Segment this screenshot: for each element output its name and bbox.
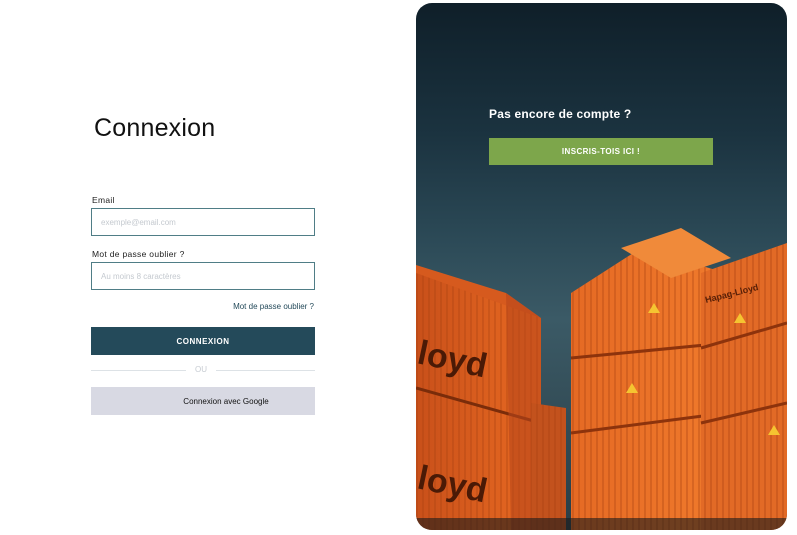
hero-panel: loyd loyd Hapag-Lloyd Pas encore de comp…	[416, 3, 787, 530]
container-stack-image: loyd loyd Hapag-Lloyd	[416, 228, 787, 530]
password-field[interactable]	[91, 262, 315, 290]
signup-prompt: Pas encore de compte ?	[489, 107, 632, 121]
register-button[interactable]: INSCRIS-TOIS ICI !	[489, 138, 713, 165]
divider-left	[91, 370, 186, 371]
divider-right	[216, 370, 315, 371]
email-field[interactable]	[91, 208, 315, 236]
left-container-stack: loyd loyd	[416, 265, 542, 530]
divider-text: OU	[195, 365, 207, 374]
login-button[interactable]: CONNEXION	[91, 327, 315, 355]
forgot-password-link[interactable]: Mot de passe oublier ?	[233, 302, 314, 311]
page-title: Connexion	[94, 114, 216, 142]
password-label: Mot de passe oublier ?	[92, 249, 185, 259]
email-label: Email	[92, 195, 115, 205]
right-container-stack: Hapag-Lloyd	[570, 228, 787, 530]
google-login-button[interactable]: Connexion avec Google	[91, 387, 315, 415]
